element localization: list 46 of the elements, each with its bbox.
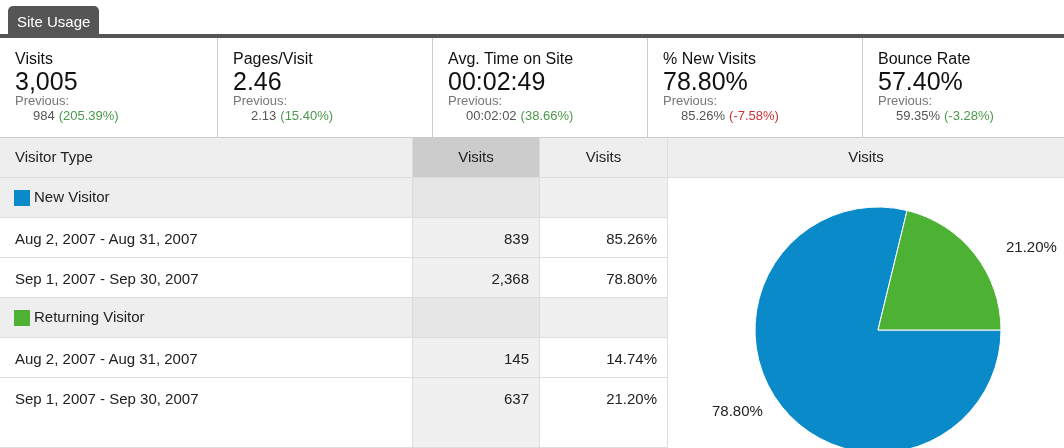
group-label: New Visitor xyxy=(34,187,110,208)
column-header[interactable]: Visitor Type xyxy=(0,138,413,178)
change-percent: (15.40%) xyxy=(280,107,334,124)
group-label: Returning Visitor xyxy=(34,307,145,328)
metric-value: 78.80% xyxy=(663,68,748,94)
column-header[interactable]: Visits xyxy=(413,138,540,178)
metric-value: 2.46 xyxy=(233,68,282,94)
change-percent: (38.66%) xyxy=(520,107,574,124)
previous-value: 85.26% xyxy=(681,107,726,124)
table-cell-text: 14.74% xyxy=(606,349,657,368)
previous-value: 984 xyxy=(33,107,55,124)
column-header: Visits xyxy=(668,138,1064,178)
previous-label: Previous: xyxy=(878,94,933,107)
previous-value: 2.13 xyxy=(251,107,277,124)
metric-label: Visits xyxy=(15,50,53,68)
date-range: Aug 2, 2007 - Aug 31, 2007 xyxy=(15,349,198,368)
previous-label: Previous: xyxy=(663,94,718,107)
previous-label: Previous: xyxy=(233,94,288,107)
table-cell-text: 145 xyxy=(503,349,529,368)
metric-value: 57.40% xyxy=(878,68,963,94)
column-header[interactable]: Visits xyxy=(540,138,668,178)
date-range: Sep 1, 2007 - Sep 30, 2007 xyxy=(15,269,199,288)
table-cell-text: 21.20% xyxy=(606,389,657,408)
previous-value: 00:02:02 xyxy=(466,107,517,124)
table-cell-text: 839 xyxy=(503,229,529,248)
table-cell-text: 637 xyxy=(503,389,529,408)
metric-label: Pages/Visit xyxy=(233,50,313,68)
slice-label: 21.20% xyxy=(1006,237,1057,257)
previous-value: 59.35% xyxy=(896,107,941,124)
metric-label: Bounce Rate xyxy=(878,50,971,68)
date-range: Sep 1, 2007 - Sep 30, 2007 xyxy=(15,389,199,408)
table-cell-text: 78.80% xyxy=(606,269,657,288)
tab[interactable]: Site Usage xyxy=(8,6,100,34)
metric-value: 3,005 xyxy=(15,68,78,94)
change-percent: (-3.28%) xyxy=(944,107,994,124)
slice-label: 78.80% xyxy=(712,401,763,421)
metric-label: Avg. Time on Site xyxy=(448,50,574,68)
metric-label: % New Visits xyxy=(663,50,757,68)
metric-value: 00:02:49 xyxy=(448,68,546,94)
previous-label: Previous: xyxy=(15,94,70,107)
table-cell-text: 85.26% xyxy=(606,229,657,248)
change-percent: (205.39%) xyxy=(58,107,119,124)
table-cell-text: 2,368 xyxy=(491,269,529,288)
date-range: Aug 2, 2007 - Aug 31, 2007 xyxy=(15,229,198,248)
previous-label: Previous: xyxy=(448,94,503,107)
change-percent: (-7.58%) xyxy=(729,107,779,124)
